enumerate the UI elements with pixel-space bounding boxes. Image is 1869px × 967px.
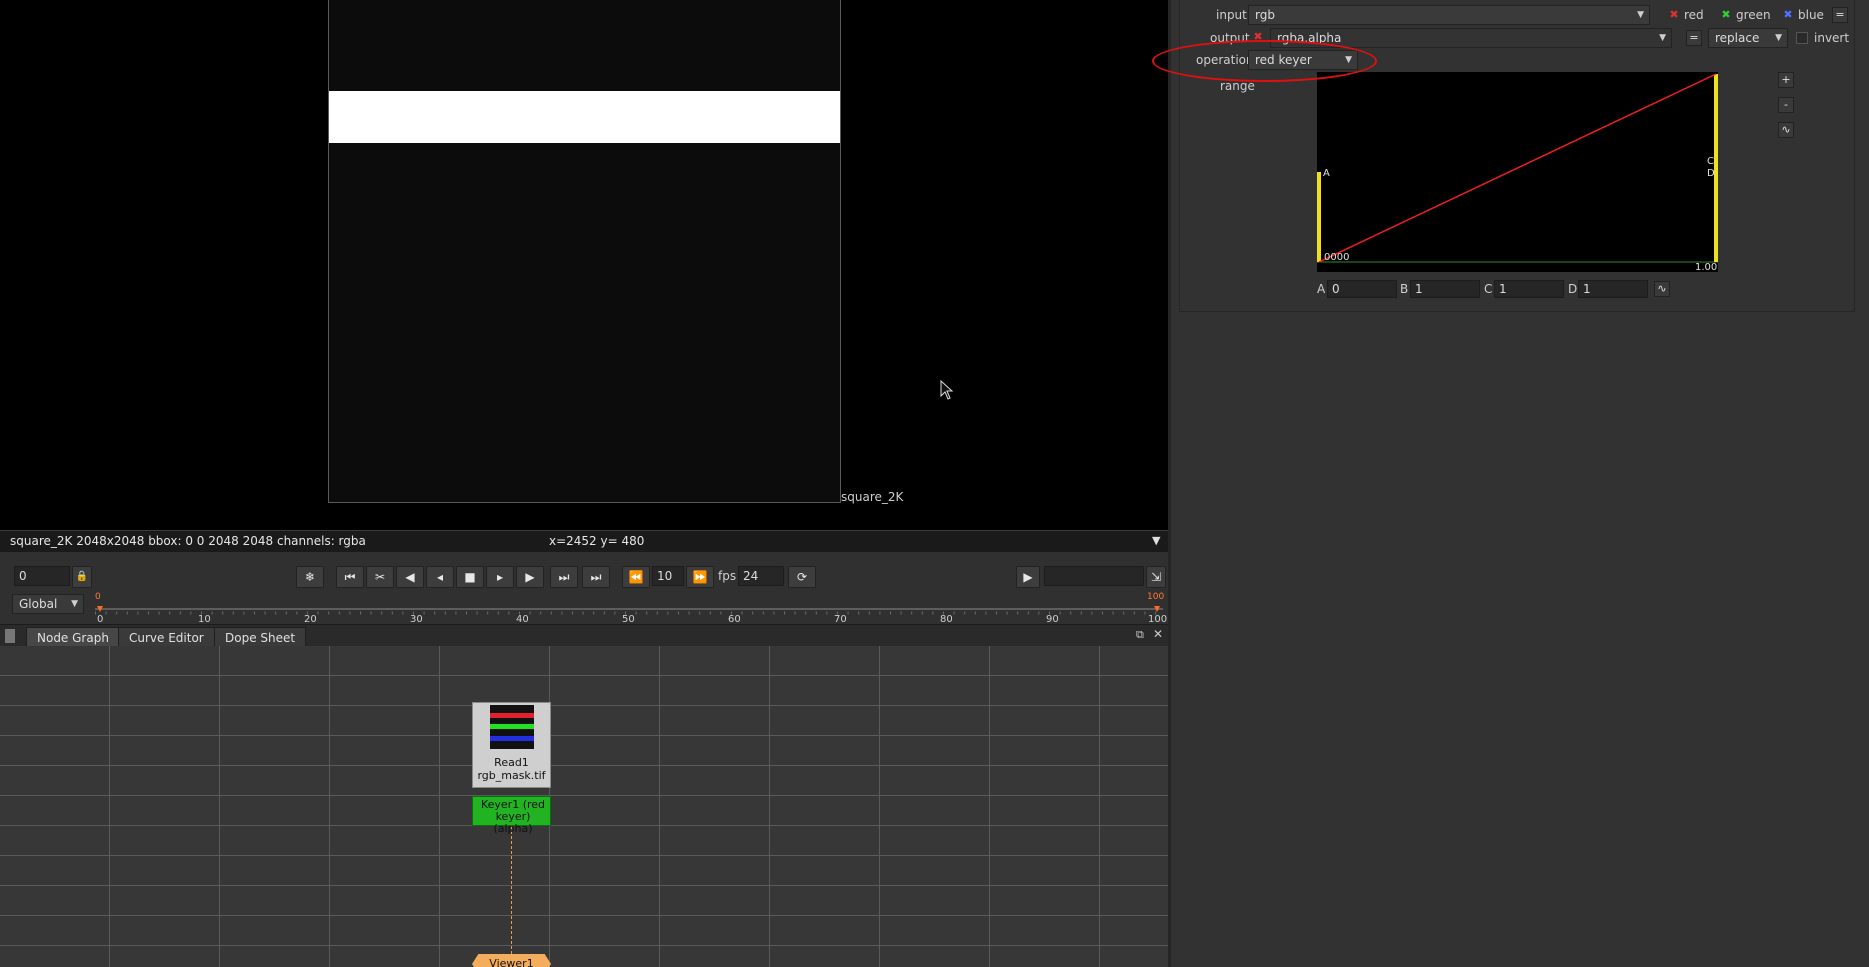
chevron-down-icon: ▼ <box>1775 33 1782 43</box>
mouse-cursor-icon <box>940 380 954 400</box>
field-d-label: D <box>1568 282 1578 296</box>
panel-tab-bar: Node Graph Curve Editor Dope Sheet ⧉ ✕ <box>0 624 1168 647</box>
stop-icon[interactable]: ■ <box>456 566 484 588</box>
scope-value: Global <box>19 597 58 611</box>
invert-label: invert <box>1814 31 1850 45</box>
tab-dope-sheet[interactable]: Dope Sheet <box>214 627 307 647</box>
green-checkbox-icon[interactable]: ✖ <box>1720 9 1732 21</box>
curve-point-a-label: A <box>1323 168 1330 179</box>
red-checkbox-icon[interactable]: ✖ <box>1668 9 1680 21</box>
range-curve <box>1317 73 1718 263</box>
chevron-down-icon: ▼ <box>1659 33 1666 43</box>
thumb-green-stripe <box>490 724 534 729</box>
frame-range-field[interactable] <box>1044 566 1144 586</box>
properties-panel: input rgb ▼ ✖ red ✖ green ✖ blue = output… <box>1168 0 1869 967</box>
step-forward-icon[interactable]: ⏩ <box>686 566 714 588</box>
replace-value: replace <box>1715 31 1760 45</box>
thumb-blue-stripe <box>490 736 534 741</box>
field-c-label: C <box>1484 282 1493 296</box>
annotation-highlight-ellipse <box>1152 40 1377 82</box>
flipbook-icon[interactable]: ▶ <box>1016 566 1040 588</box>
green-label: green <box>1736 8 1771 22</box>
keyer-node-channel: (alpha) <box>493 822 533 835</box>
read-node-file: rgb_mask.tif <box>477 769 546 782</box>
zoom-in-button[interactable]: + <box>1778 72 1794 88</box>
frame-range-scope-dropdown[interactable]: Global ▼ <box>12 594 84 614</box>
float-panel-icon[interactable]: ⧉ <box>1136 628 1144 642</box>
range-lock-icon[interactable]: ⇲ <box>1146 566 1166 588</box>
node-graph-canvas[interactable]: Read1 rgb_mask.tif Keyer1 (red keyer) (a… <box>0 646 1168 967</box>
step-increment-field[interactable]: 10 <box>652 566 684 586</box>
output-link-button[interactable]: = <box>1686 30 1702 46</box>
step-back-icon[interactable]: ⏪ <box>622 566 650 588</box>
snowflake-icon[interactable]: ❄ <box>296 566 324 588</box>
out-point-label: 100 <box>1147 592 1165 602</box>
viewer-info-bar: square_2K 2048x2048 bbox: 0 0 2048 2048 … <box>0 530 1168 552</box>
image-white-band <box>329 91 840 143</box>
blue-checkbox-icon[interactable]: ✖ <box>1782 9 1794 21</box>
info-dropdown-icon[interactable]: ▼ <box>1152 534 1160 547</box>
replace-mode-dropdown[interactable]: replace ▼ <box>1708 28 1788 48</box>
node-connection-line <box>511 826 512 954</box>
timeline-ruler[interactable]: 0 100 0 10 20 30 40 50 60 70 80 90 100 <box>95 592 1168 625</box>
in-point-label: 0 <box>95 592 101 602</box>
red-label: red <box>1684 8 1704 22</box>
tab-curve-editor[interactable]: Curve Editor <box>118 627 215 647</box>
read-node[interactable]: Read1 rgb_mask.tif <box>472 702 551 788</box>
input-channels-dropdown[interactable]: rgb ▼ <box>1248 5 1650 25</box>
zoom-out-button[interactable]: - <box>1778 97 1794 113</box>
play-forward-icon[interactable]: ▸ <box>486 566 514 588</box>
viewer-node-label: Viewer1 <box>489 957 534 967</box>
field-b-label: B <box>1400 282 1409 296</box>
read-node-label: Read1 rgb_mask.tif <box>473 756 550 782</box>
curve-end-label: 1.00 <box>1695 262 1718 273</box>
blue-label: blue <box>1798 8 1824 22</box>
prev-frame-icon[interactable]: ◀ <box>396 566 424 588</box>
curve-mode-icon[interactable]: ∿ <box>1778 122 1794 138</box>
fps-label: fps <box>718 569 737 583</box>
cursor-coords-text: x=2452 y= 480 <box>549 534 645 548</box>
curve-point-c-label: C <box>1707 156 1714 167</box>
loop-icon[interactable]: ⟳ <box>788 566 816 588</box>
range-b-input[interactable]: 1 <box>1410 280 1480 298</box>
first-frame-icon[interactable]: ⏮ <box>336 566 364 588</box>
curve-point-d-label: D <box>1707 168 1715 179</box>
scissors-icon[interactable]: ✂ <box>366 566 394 588</box>
input-value: rgb <box>1255 8 1275 22</box>
fps-field[interactable]: 24 <box>738 566 784 586</box>
viewer-canvas[interactable]: square_2K <box>0 0 1168 530</box>
lock-icon[interactable]: 🔒 <box>72 566 92 588</box>
current-frame-field[interactable]: 0 <box>14 566 70 586</box>
range-d-input[interactable]: 1 <box>1578 280 1648 298</box>
animation-curve-icon[interactable]: ∿ <box>1654 281 1670 297</box>
play-backward-icon[interactable]: ◂ <box>426 566 454 588</box>
input-label: input <box>1216 8 1247 22</box>
image-name-label: square_2K <box>841 490 904 504</box>
panel-menu-icon[interactable] <box>5 629 15 643</box>
field-a-label: A <box>1317 282 1326 296</box>
chevron-down-icon: ▼ <box>1637 10 1644 20</box>
range-a-input[interactable]: 0 <box>1327 280 1397 298</box>
range-curve-editor[interactable]: A C D 0000 1.00 <box>1317 72 1718 273</box>
keyer-node-label: Keyer1 (red keyer) (alpha) <box>463 799 563 835</box>
chevron-down-icon: ▼ <box>71 599 78 609</box>
last-frame-icon[interactable]: ⏭ <box>582 566 610 588</box>
read-thumbnail <box>490 705 534 749</box>
thumb-red-stripe <box>490 713 534 718</box>
tab-node-graph[interactable]: Node Graph <box>26 627 120 647</box>
curve-start-label: 0000 <box>1324 252 1350 263</box>
close-icon[interactable]: ✕ <box>1153 627 1163 641</box>
invert-checkbox[interactable] <box>1796 32 1808 44</box>
next-keyframe-icon[interactable]: ⏭ <box>550 566 578 588</box>
image-frame <box>328 0 841 503</box>
keyer-node-name: Keyer1 (red keyer) <box>480 798 546 823</box>
input-link-button[interactable]: = <box>1832 7 1848 23</box>
keyer-node[interactable]: Keyer1 (red keyer) (alpha) <box>472 796 551 835</box>
image-info-text: square_2K 2048x2048 bbox: 0 0 2048 2048 … <box>10 534 366 548</box>
range-c-input[interactable]: 1 <box>1494 280 1564 298</box>
read-node-name: Read1 <box>494 756 529 769</box>
next-frame-icon[interactable]: ▶ <box>516 566 544 588</box>
viewer-node[interactable]: Viewer1 <box>472 954 551 967</box>
